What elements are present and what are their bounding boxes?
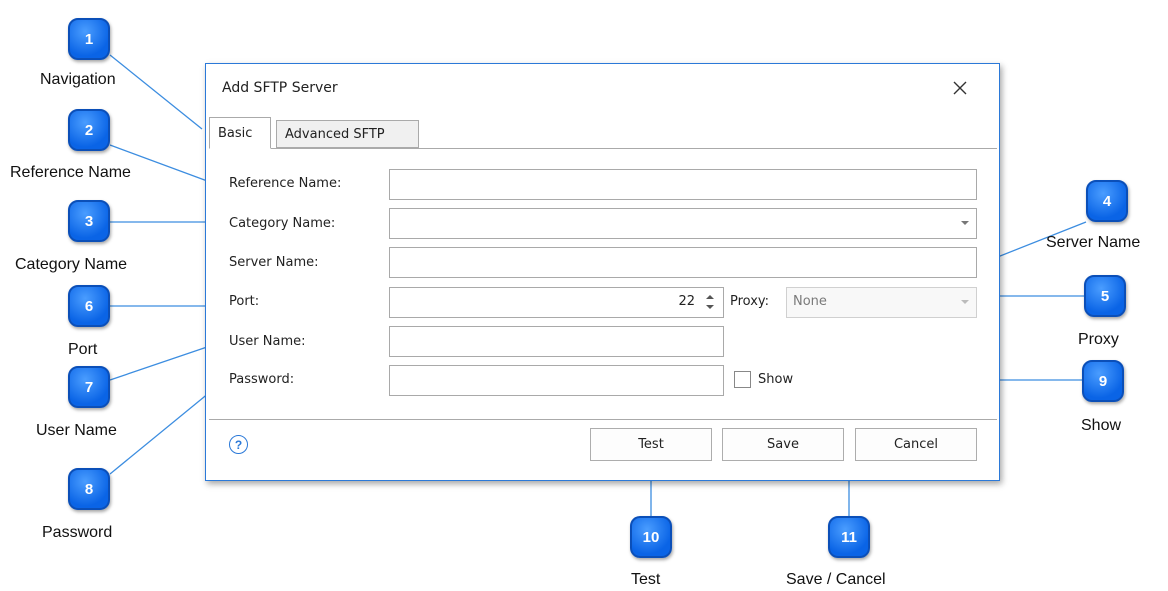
server-name-label: Server Name:	[229, 255, 319, 270]
callout-label-navigation: Navigation	[40, 71, 116, 88]
dialog-title: Add SFTP Server	[222, 80, 338, 96]
callout-label-port: Port	[68, 341, 98, 358]
callout-badge-3: 3	[68, 200, 110, 242]
chevron-down-icon	[961, 221, 969, 225]
user-name-label: User Name:	[229, 334, 306, 349]
cancel-button[interactable]: Cancel	[855, 428, 977, 461]
add-sftp-server-dialog: Add SFTP Server Basic Advanced SFTP Refe…	[205, 63, 1000, 481]
callout-label-proxy: Proxy	[1078, 331, 1119, 348]
spin-down-icon[interactable]	[706, 305, 714, 309]
proxy-label: Proxy:	[730, 294, 770, 309]
show-password-checkbox[interactable]	[734, 371, 751, 388]
callout-badge-8: 8	[68, 468, 110, 510]
callout-label-password: Password	[42, 524, 113, 541]
reference-name-label: Reference Name:	[229, 176, 342, 191]
help-icon[interactable]: ?	[229, 435, 248, 454]
chevron-down-icon	[961, 300, 969, 304]
port-stepper[interactable]: 22	[389, 287, 724, 318]
password-label: Password:	[229, 372, 295, 387]
spinner-arrows-icon[interactable]	[705, 292, 715, 314]
callout-label-category-name: Category Name	[15, 256, 128, 273]
callout-label-reference-name: Reference Name	[10, 164, 131, 181]
save-button[interactable]: Save	[722, 428, 844, 461]
callout-badge-10: 10	[630, 516, 672, 558]
password-input[interactable]	[389, 365, 724, 396]
callout-badge-7: 7	[68, 366, 110, 408]
tab-advanced-sftp[interactable]: Advanced SFTP	[276, 120, 419, 148]
callout-badge-9: 9	[1082, 360, 1124, 402]
port-label: Port:	[229, 294, 260, 309]
tab-basic[interactable]: Basic	[209, 117, 271, 149]
callout-badge-11: 11	[828, 516, 870, 558]
show-password-label[interactable]: Show	[758, 372, 793, 387]
callout-label-save-cancel: Save / Cancel	[786, 571, 886, 588]
category-name-label: Category Name:	[229, 216, 336, 231]
category-name-select[interactable]	[389, 208, 977, 239]
callout-label-user-name: User Name	[36, 422, 117, 439]
test-button[interactable]: Test	[590, 428, 712, 461]
proxy-value: None	[793, 294, 827, 309]
callout-label-show: Show	[1081, 417, 1122, 434]
callout-badge-6: 6	[68, 285, 110, 327]
spin-up-icon[interactable]	[706, 295, 714, 299]
callout-badge-1: 1	[68, 18, 110, 60]
callout-badge-2: 2	[68, 109, 110, 151]
user-name-input[interactable]	[389, 326, 724, 357]
callout-label-server-name: Server Name	[1046, 234, 1141, 251]
proxy-select[interactable]: None	[786, 287, 977, 318]
close-icon[interactable]	[948, 76, 972, 100]
reference-name-input[interactable]	[389, 169, 977, 200]
callout-badge-4: 4	[1086, 180, 1128, 222]
server-name-input[interactable]	[389, 247, 977, 278]
callout-badge-5: 5	[1084, 275, 1126, 317]
callout-label-test: Test	[631, 571, 661, 588]
port-value: 22	[678, 294, 695, 309]
